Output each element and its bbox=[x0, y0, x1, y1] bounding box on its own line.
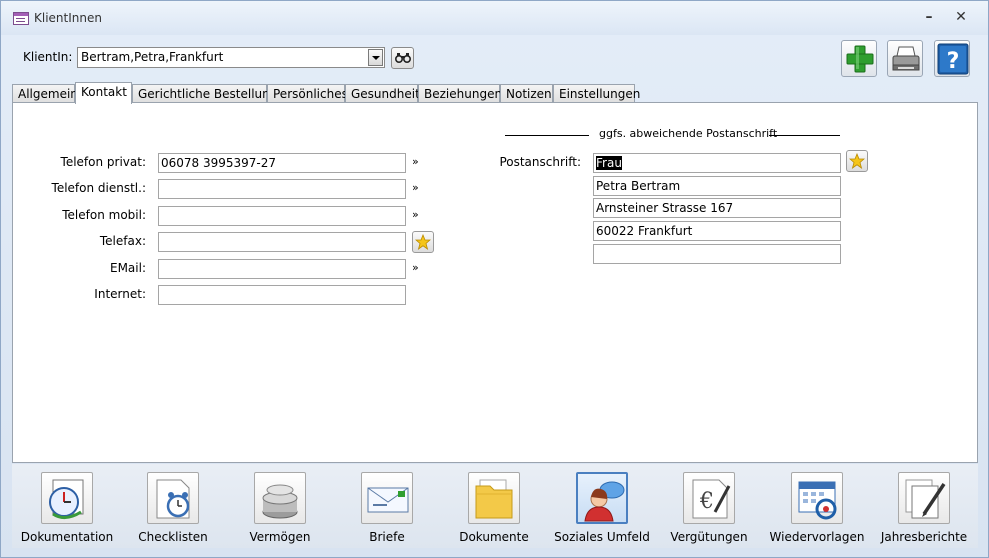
tab-einstellungen[interactable]: Einstellungen bbox=[553, 84, 640, 103]
nav-soziales-umfeld-label: Soziales Umfeld bbox=[554, 530, 650, 544]
tab-allgemein[interactable]: Allgemein bbox=[12, 84, 78, 103]
form-icon bbox=[13, 12, 29, 25]
alarm-clock-icon bbox=[147, 472, 199, 524]
postal-line-3[interactable]: Arnsteiner Strasse 167 bbox=[593, 198, 841, 218]
postal-line-1-text: Frau bbox=[596, 156, 622, 170]
nav-dokumente[interactable]: Dokumente bbox=[439, 472, 549, 544]
internet-field[interactable] bbox=[158, 285, 406, 305]
email-field[interactable] bbox=[158, 259, 406, 279]
window: KlientInnen – ✕ KlientIn: Bertram,Petra,… bbox=[0, 0, 989, 558]
nav-verguetungen[interactable]: € Vergütungen bbox=[654, 472, 764, 544]
postal-line-1[interactable]: Frau bbox=[593, 153, 841, 173]
nav-dokumentation[interactable]: Dokumentation bbox=[12, 472, 122, 544]
minimize-button[interactable]: – bbox=[919, 9, 939, 25]
dropdown-arrow-icon[interactable] bbox=[368, 49, 383, 66]
svg-text:?: ? bbox=[947, 49, 960, 74]
internet-label: Internet: bbox=[94, 287, 146, 301]
telefon-mobil-field[interactable] bbox=[158, 206, 406, 226]
person-chat-icon bbox=[576, 472, 628, 524]
question-mark-icon: ? bbox=[937, 43, 969, 75]
telefon-mobil-label: Telefon mobil: bbox=[62, 208, 146, 222]
nav-vermoegen-label: Vermögen bbox=[249, 530, 311, 544]
send-email-link[interactable]: » bbox=[412, 261, 419, 274]
postanschrift-label: Postanschrift: bbox=[499, 155, 581, 169]
nav-dokumentation-label: Dokumentation bbox=[20, 530, 114, 544]
telefon-privat-field[interactable]: 06078 3995397-27 bbox=[158, 153, 406, 173]
binoculars-icon bbox=[395, 53, 411, 63]
nav-jahresberichte[interactable]: Jahresberichte bbox=[869, 472, 979, 544]
postal-favorite-button[interactable] bbox=[846, 150, 868, 172]
tab-persoenliches[interactable]: Persönliches bbox=[267, 84, 348, 103]
telefax-favorite-button[interactable] bbox=[412, 231, 434, 253]
email-label: EMail: bbox=[110, 261, 146, 275]
client-select[interactable]: Bertram,Petra,Frankfurt bbox=[77, 47, 385, 68]
postal-section-title: ggfs. abweichende Postanschrift bbox=[599, 127, 778, 140]
star-icon bbox=[849, 153, 865, 169]
search-button[interactable] bbox=[391, 47, 414, 69]
telefon-privat-label: Telefon privat: bbox=[60, 155, 146, 169]
star-icon bbox=[415, 234, 431, 250]
folder-icon bbox=[468, 472, 520, 524]
dial-telefon-mobil[interactable]: » bbox=[412, 208, 419, 221]
nav-wiedervorlagen-label: Wiedervorlagen bbox=[769, 530, 865, 544]
client-select-value: Bertram,Petra,Frankfurt bbox=[81, 50, 224, 64]
nav-checklisten-label: Checklisten bbox=[138, 530, 208, 544]
close-button[interactable]: ✕ bbox=[951, 9, 971, 25]
postal-line-2[interactable]: Petra Bertram bbox=[593, 176, 841, 196]
dial-telefon-privat[interactable]: » bbox=[412, 155, 419, 168]
plus-icon bbox=[846, 45, 874, 73]
calendar-refresh-icon bbox=[791, 472, 843, 524]
nav-briefe-label: Briefe bbox=[369, 530, 405, 544]
title-bar: KlientInnen – ✕ bbox=[1, 1, 988, 35]
euro-document-icon: € bbox=[683, 472, 735, 524]
telefon-dienstl-label: Telefon dienstl.: bbox=[51, 181, 146, 195]
kontakt-panel: Telefon privat: 06078 3995397-27 » Telef… bbox=[12, 102, 978, 463]
nav-briefe[interactable]: Briefe bbox=[332, 472, 442, 544]
postal-line-5[interactable] bbox=[593, 244, 841, 264]
tab-beziehungen[interactable]: Beziehungen bbox=[418, 84, 502, 103]
print-button[interactable] bbox=[887, 40, 923, 77]
postal-line-4[interactable]: 60022 Frankfurt bbox=[593, 221, 841, 241]
nav-verguetungen-label: Vergütungen bbox=[670, 530, 748, 544]
tab-kontakt[interactable]: Kontakt bbox=[75, 82, 132, 104]
svg-text:€: € bbox=[699, 489, 714, 514]
nav-jahresberichte-label: Jahresberichte bbox=[880, 530, 968, 544]
nav-dokumente-label: Dokumente bbox=[459, 530, 529, 544]
telefax-field[interactable] bbox=[158, 232, 406, 252]
envelope-icon bbox=[361, 472, 413, 524]
help-button[interactable]: ? bbox=[934, 40, 970, 77]
navigation-bar: Dokumentation Checklisten Vermögen Brief… bbox=[12, 464, 978, 548]
tab-gerichtliche-bestellung[interactable]: Gerichtliche Bestellung bbox=[132, 84, 277, 103]
section-divider-left bbox=[505, 135, 589, 136]
telefax-label: Telefax: bbox=[99, 234, 146, 248]
nav-vermoegen[interactable]: Vermögen bbox=[225, 472, 335, 544]
printer-icon bbox=[892, 46, 920, 71]
dial-telefon-dienstl[interactable]: » bbox=[412, 181, 419, 194]
nav-soziales-umfeld[interactable]: Soziales Umfeld bbox=[547, 472, 657, 544]
section-divider-right bbox=[769, 135, 840, 136]
tab-notizen[interactable]: Notizen bbox=[500, 84, 553, 103]
add-client-button[interactable] bbox=[841, 40, 877, 77]
documents-pen-icon bbox=[898, 472, 950, 524]
clock-calendar-icon bbox=[41, 472, 93, 524]
window-title: KlientInnen bbox=[34, 11, 102, 25]
telefon-dienstl-field[interactable] bbox=[158, 179, 406, 199]
client-label: KlientIn: bbox=[23, 50, 73, 64]
nav-wiedervorlagen[interactable]: Wiedervorlagen bbox=[762, 472, 872, 544]
tab-gesundheit[interactable]: Gesundheit bbox=[345, 84, 420, 103]
coins-icon bbox=[254, 472, 306, 524]
nav-checklisten[interactable]: Checklisten bbox=[118, 472, 228, 544]
